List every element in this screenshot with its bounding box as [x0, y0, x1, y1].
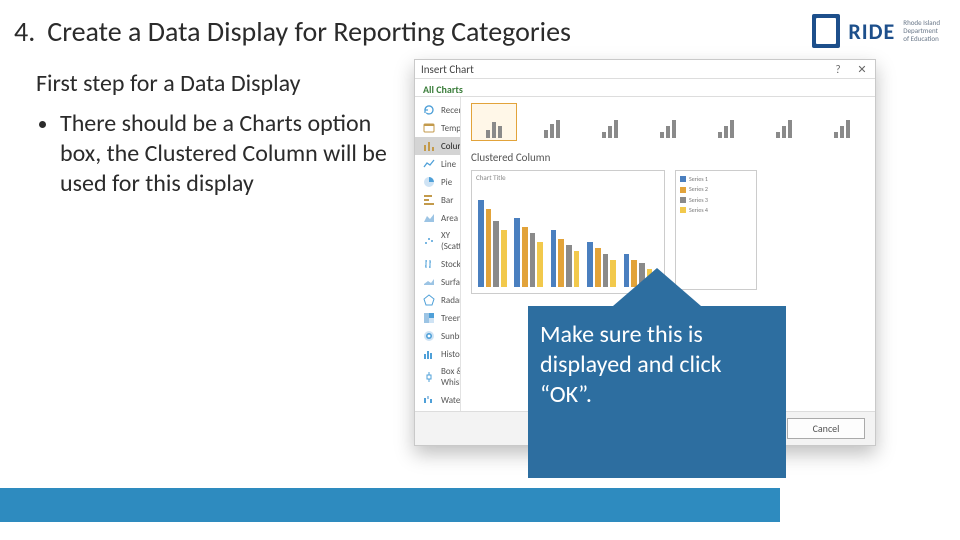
- nav-item-label: Box & Whisker: [441, 366, 461, 388]
- preview-bar: [501, 230, 507, 287]
- close-icon[interactable]: ✕: [855, 62, 869, 76]
- preview-bar: [558, 239, 564, 287]
- nav-item-stock[interactable]: Stock: [415, 255, 460, 273]
- preview-bar: [478, 200, 484, 287]
- radar-icon: [423, 294, 435, 306]
- cancel-button[interactable]: Cancel: [787, 418, 865, 439]
- preview-bar: [530, 233, 536, 287]
- chart-type-nav: Recent Templates Column Line Pie Bar Area XY (S…: [415, 97, 461, 412]
- treemap-icon: [423, 312, 435, 324]
- nav-item-radar[interactable]: Radar: [415, 291, 460, 309]
- legend-item: Series 2: [680, 185, 752, 193]
- nav-item-sunburst[interactable]: Sunburst: [415, 327, 460, 345]
- nav-item-label: Pie: [441, 177, 452, 188]
- nav-item-label: Area: [441, 213, 458, 224]
- preview-bar: [537, 242, 543, 287]
- preview-bar: [574, 251, 580, 287]
- nav-item-pie[interactable]: Pie: [415, 173, 460, 191]
- recent-icon: [423, 104, 435, 116]
- surface-icon: [423, 276, 435, 288]
- preview-bar: [595, 248, 601, 287]
- nav-item-label: Bar: [441, 195, 453, 206]
- help-icon[interactable]: ?: [831, 62, 845, 76]
- chart-subtype-row: [471, 103, 865, 141]
- nav-item-label: Line: [441, 159, 456, 170]
- nav-item-bar[interactable]: Bar: [415, 191, 460, 209]
- footer-accent-bar: [0, 488, 780, 522]
- column-icon: [423, 140, 435, 152]
- instruction-bullet: There should be a Charts option box, the…: [60, 109, 396, 199]
- column-subtype-0[interactable]: [471, 103, 517, 141]
- legend-item: Series 4: [680, 206, 752, 214]
- nav-item-label: Templates: [441, 123, 461, 134]
- nav-item-column[interactable]: Column: [415, 137, 460, 155]
- title-text: Create a Data Display for Reporting Cate…: [47, 14, 571, 49]
- templates-icon: [423, 122, 435, 134]
- preview-bar: [566, 245, 572, 287]
- preview-bar: [603, 254, 609, 287]
- nav-item-recent[interactable]: Recent: [415, 101, 460, 119]
- nav-item-box-whisker[interactable]: Box & Whisker: [415, 363, 460, 391]
- nav-item-label: Treemap: [441, 313, 461, 324]
- chart-preview-label: Chart Title: [476, 173, 506, 182]
- nav-item-treemap[interactable]: Treemap: [415, 309, 460, 327]
- preview-bar: [493, 221, 499, 287]
- nav-item-label: Stock: [441, 259, 461, 270]
- nav-item-label: Recent: [441, 105, 461, 116]
- column-subtype-1[interactable]: [529, 103, 575, 141]
- dialog-title-text: Insert Chart: [421, 63, 474, 76]
- line-icon: [423, 158, 435, 170]
- xy-scatter--icon: [423, 235, 435, 247]
- column-subtype-5[interactable]: [761, 103, 807, 141]
- nav-item-surface[interactable]: Surface: [415, 273, 460, 291]
- nav-item-label: Radar: [441, 295, 461, 306]
- ride-logo: RIDE Rhode Island Department of Educatio…: [812, 14, 940, 48]
- column-subtype-3[interactable]: [645, 103, 691, 141]
- column-subtype-4[interactable]: [703, 103, 749, 141]
- nav-item-area[interactable]: Area: [415, 209, 460, 227]
- bar-icon: [423, 194, 435, 206]
- waterfall-icon: [423, 394, 435, 406]
- nav-item-label: Sunburst: [441, 331, 461, 342]
- nav-item-xy-scatter-[interactable]: XY (Scatter): [415, 227, 460, 255]
- nav-item-line[interactable]: Line: [415, 155, 460, 173]
- stock-icon: [423, 258, 435, 270]
- instruction-text: First step for a Data Display There shou…: [36, 59, 396, 446]
- ride-logo-mark: [812, 14, 840, 48]
- legend-item: Series 3: [680, 196, 752, 204]
- ride-logo-subtitle: Rhode Island Department of Education: [903, 19, 940, 42]
- nav-item-label: Surface: [441, 277, 461, 288]
- histogram-icon: [423, 348, 435, 360]
- nav-item-histogram[interactable]: Histogram: [415, 345, 460, 363]
- nav-item-templates[interactable]: Templates: [415, 119, 460, 137]
- preview-bar: [486, 209, 492, 287]
- nav-item-label: XY (Scatter): [441, 230, 461, 252]
- nav-item-label: Column: [441, 141, 461, 152]
- title-number: 4.: [14, 14, 35, 49]
- ride-logo-word: RIDE: [848, 18, 895, 45]
- sunburst-icon: [423, 330, 435, 342]
- box-whisker-icon: [423, 371, 435, 383]
- dialog-titlebar: Insert Chart ? ✕: [415, 60, 875, 79]
- nav-item-label: Histogram: [441, 349, 461, 360]
- legend-item: Series 1: [680, 175, 752, 183]
- dialog-tab-all-charts[interactable]: All Charts: [415, 79, 875, 97]
- preview-bar: [551, 230, 557, 287]
- nav-item-waterfall[interactable]: Waterfall: [415, 391, 460, 409]
- nav-item-label: Waterfall: [441, 395, 461, 406]
- area-icon: [423, 212, 435, 224]
- instruction-heading: First step for a Data Display: [36, 69, 396, 99]
- preview-bar: [522, 227, 528, 287]
- callout-text: Make sure this is displayed and click “O…: [540, 320, 722, 409]
- callout-box: Make sure this is displayed and click “O…: [528, 306, 786, 478]
- preview-bar: [587, 242, 593, 287]
- column-subtype-6[interactable]: [819, 103, 865, 141]
- preview-bar: [514, 218, 520, 287]
- column-subtype-2[interactable]: [587, 103, 633, 141]
- chart-subtype-title: Clustered Column: [471, 151, 865, 164]
- pie-icon: [423, 176, 435, 188]
